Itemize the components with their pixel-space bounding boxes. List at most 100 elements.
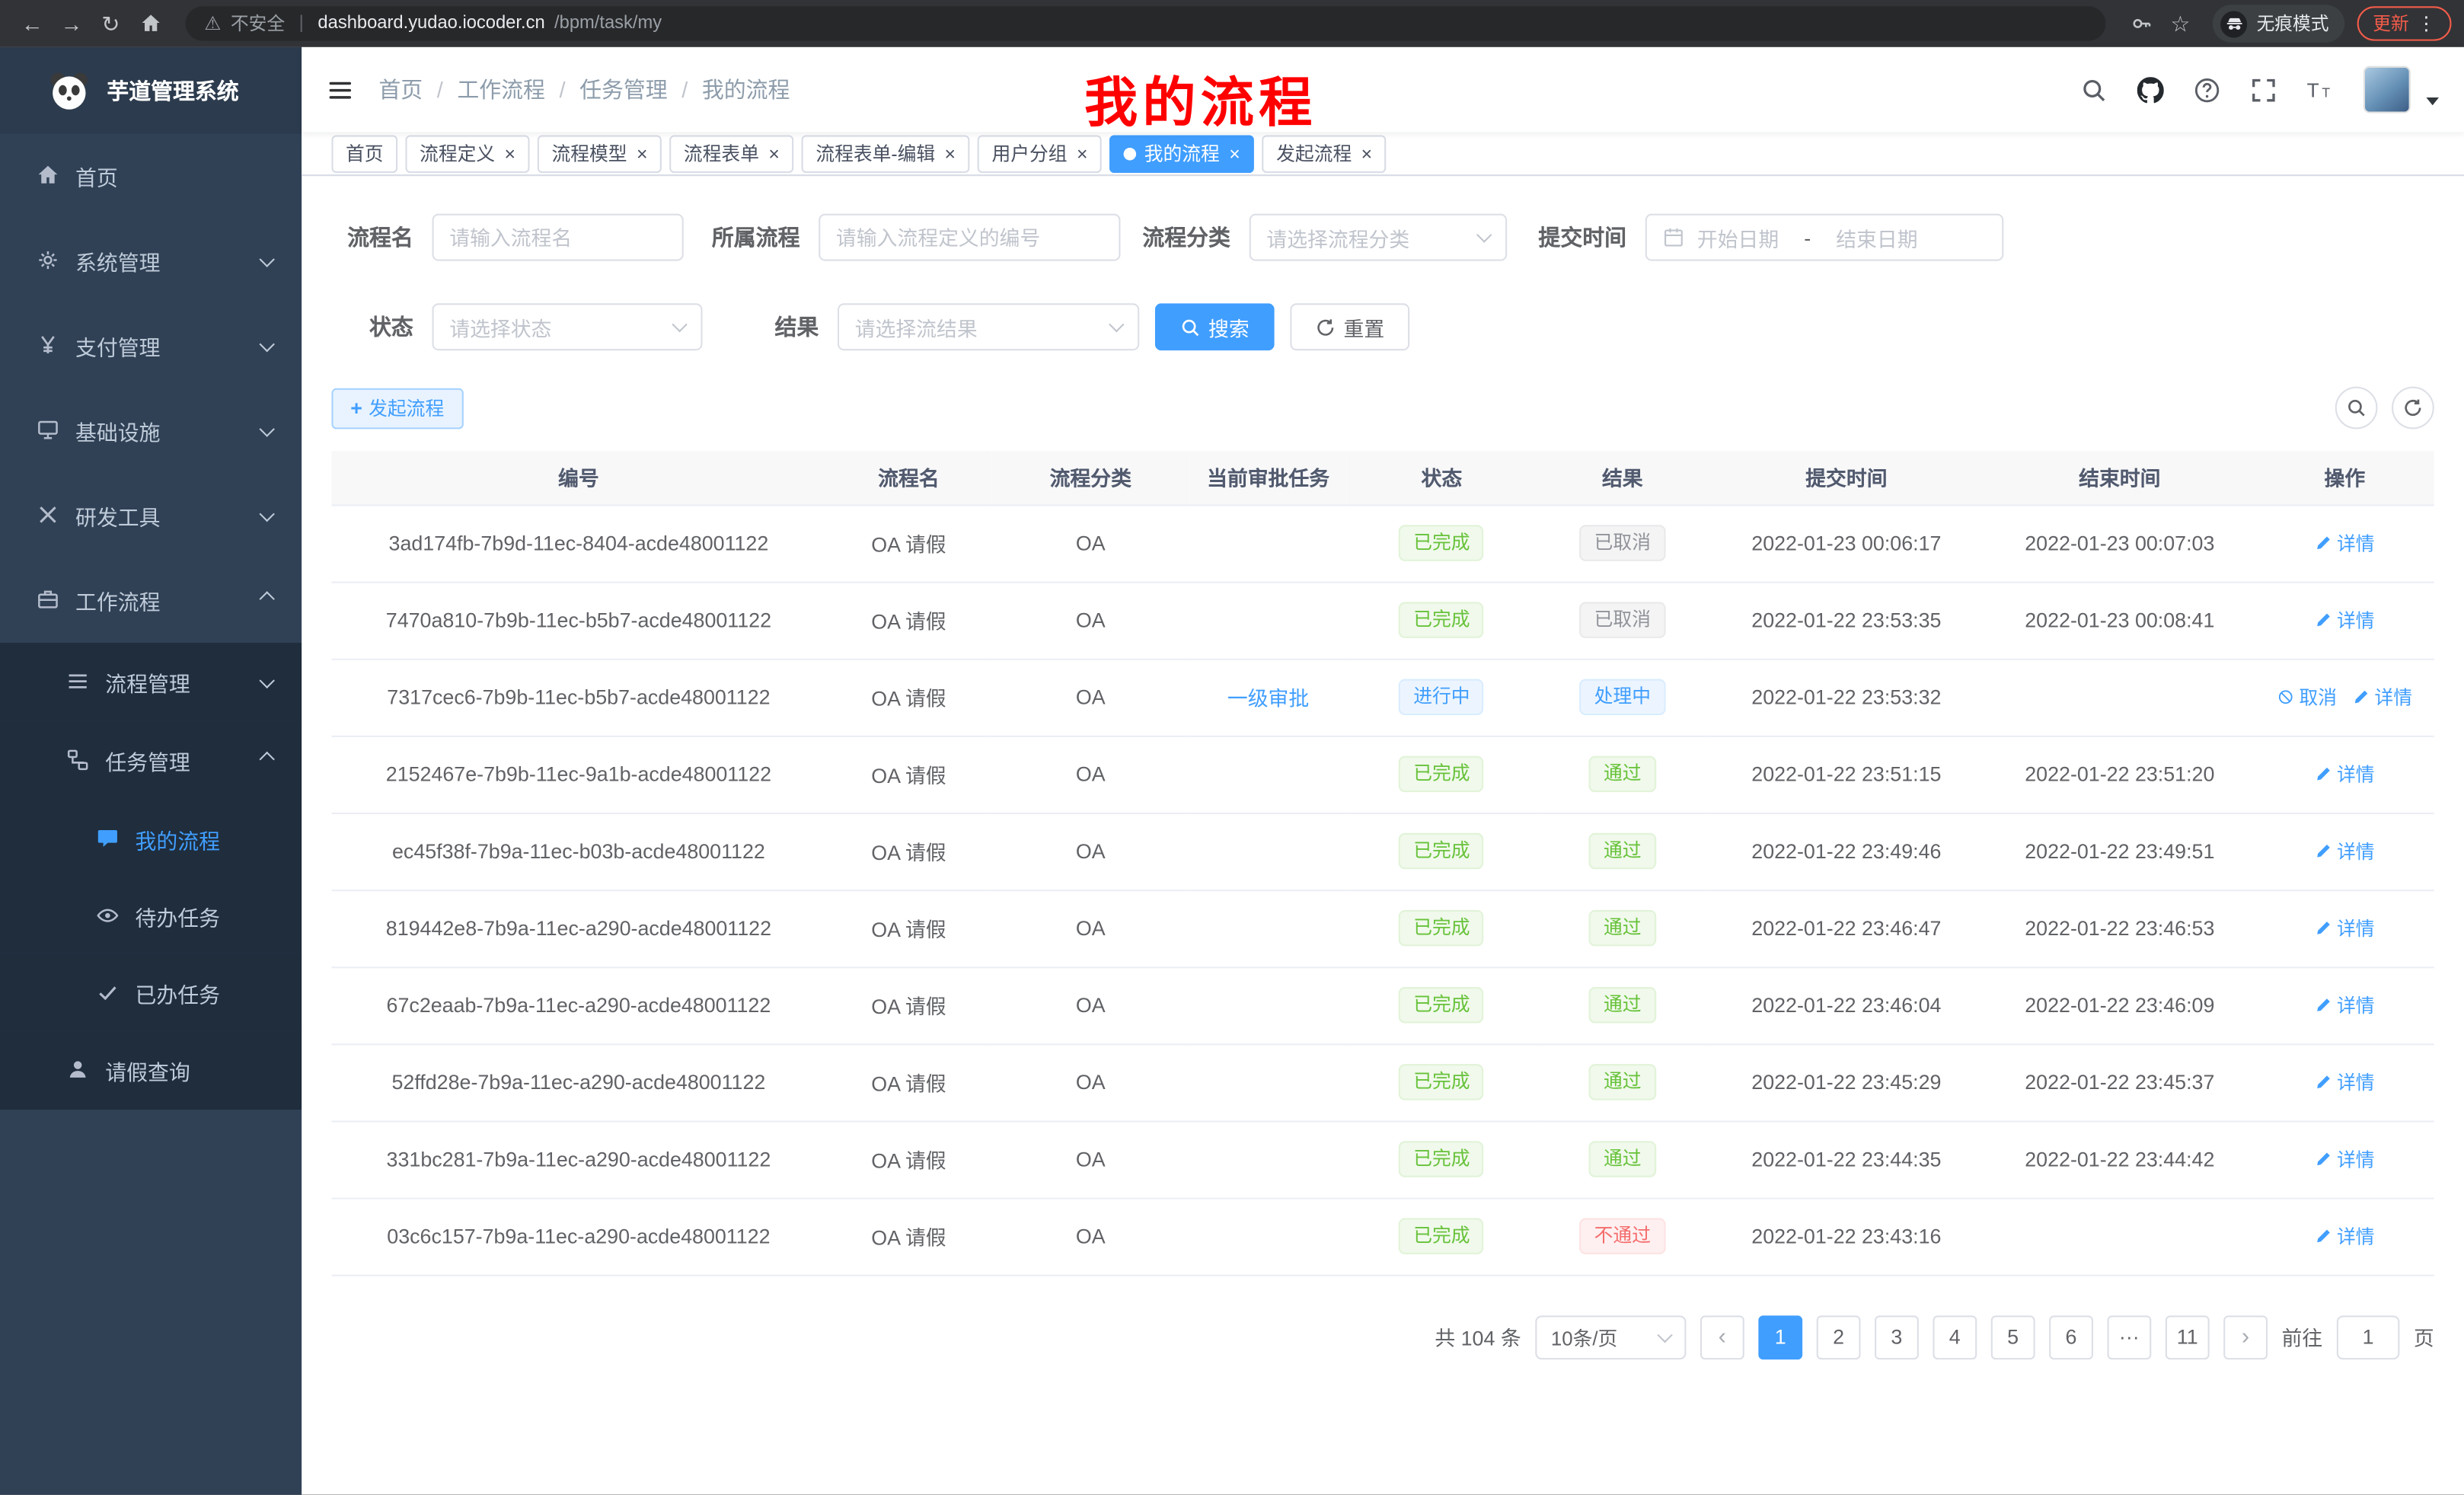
- detail-action-link[interactable]: 详情: [2315, 1069, 2374, 1095]
- breadcrumb-item-home[interactable]: 首页: [378, 74, 423, 105]
- detail-action-link[interactable]: 详情: [2315, 761, 2374, 787]
- tab-process-form-edit[interactable]: 流程表单-编辑×: [802, 134, 970, 172]
- detail-action-link[interactable]: 详情: [2315, 529, 2374, 556]
- detail-action-link[interactable]: 详情: [2315, 1145, 2374, 1172]
- status-select[interactable]: 请选择状态: [432, 303, 703, 350]
- breadcrumb-item-current: 我的流程: [702, 74, 790, 105]
- update-button[interactable]: 更新 ⋮: [2357, 6, 2452, 40]
- app-logo[interactable]: 芋道管理系统: [0, 47, 302, 134]
- current-task-link[interactable]: 一级审批: [1227, 687, 1309, 711]
- tab-user-group[interactable]: 用户分组 ×: [978, 134, 1102, 172]
- page-button-4[interactable]: 4: [1933, 1315, 1977, 1359]
- close-icon[interactable]: ×: [637, 144, 647, 163]
- cell-result: 不通过: [1537, 1198, 1709, 1275]
- process-name-input[interactable]: [432, 214, 684, 261]
- security-label[interactable]: 不安全: [231, 11, 285, 36]
- page-button-2[interactable]: 2: [1817, 1315, 1861, 1359]
- sidebar-item-payment-management[interactable]: 支付管理: [0, 303, 302, 388]
- end-date-placeholder[interactable]: 结束日期: [1836, 222, 1917, 252]
- fullscreen-icon[interactable]: [2250, 76, 2277, 103]
- page-buttons: 123456 ··· 11: [1758, 1315, 2209, 1359]
- sidebar-item-task-management[interactable]: 任务管理: [0, 721, 302, 800]
- owner-process-input-field[interactable]: [836, 225, 1103, 249]
- page-button-5[interactable]: 5: [1991, 1315, 2035, 1359]
- tab-process-form[interactable]: 流程表单×: [669, 134, 793, 172]
- font-size-icon[interactable]: TT: [2307, 76, 2334, 103]
- password-key-icon[interactable]: [2121, 5, 2161, 43]
- tab-my-process[interactable]: 我的流程×: [1109, 134, 1254, 172]
- submit-time-range-picker[interactable]: 开始日期 - 结束日期: [1645, 214, 2004, 261]
- result-select[interactable]: 请选择流结果: [838, 303, 1139, 350]
- toggle-search-button[interactable]: [2335, 387, 2378, 430]
- detail-action-link[interactable]: 详情: [2315, 1223, 2374, 1250]
- forward-icon[interactable]: →: [52, 5, 91, 43]
- close-icon[interactable]: ×: [505, 144, 515, 163]
- detail-action-link[interactable]: 详情: [2315, 915, 2374, 941]
- sidebar-item-dev-tools[interactable]: 研发工具: [0, 473, 302, 557]
- close-icon[interactable]: ×: [945, 144, 956, 163]
- sidebar-item-workflow[interactable]: 工作流程: [0, 558, 302, 643]
- close-icon[interactable]: ×: [1229, 144, 1240, 163]
- close-icon[interactable]: ×: [1077, 144, 1087, 163]
- tab-label: 用户分组: [991, 140, 1067, 167]
- page-ellipsis[interactable]: ···: [2107, 1315, 2151, 1359]
- sidebar-item-system-management[interactable]: 系统管理: [0, 219, 302, 303]
- page-button-11[interactable]: 11: [2166, 1315, 2210, 1359]
- detail-action-link[interactable]: 详情: [2353, 684, 2412, 711]
- sidebar-item-my-process[interactable]: 我的流程: [0, 800, 302, 877]
- help-icon[interactable]: [2194, 76, 2220, 103]
- browser-home-icon[interactable]: [130, 5, 170, 43]
- filter-label-result: 结果: [703, 311, 838, 343]
- page-button-6[interactable]: 6: [2049, 1315, 2093, 1359]
- create-process-button[interactable]: + 发起流程: [331, 388, 463, 429]
- start-date-placeholder[interactable]: 开始日期: [1697, 222, 1779, 252]
- page-button-1[interactable]: 1: [1758, 1315, 1802, 1359]
- back-icon[interactable]: ←: [13, 5, 53, 43]
- address-bar[interactable]: ⚠ 不安全 | dashboard.yudao.iocoder.cn/bpm/t…: [186, 6, 2106, 40]
- sidebar-item-todo-tasks[interactable]: 待办任务: [0, 877, 302, 954]
- table-row: 331bc281-7b9a-11ec-a290-acde48001122OA 请…: [331, 1120, 2434, 1197]
- detail-action-link[interactable]: 详情: [2315, 992, 2374, 1018]
- breadcrumb-item-task-management[interactable]: 任务管理: [579, 74, 668, 105]
- refresh-table-button[interactable]: [2392, 387, 2434, 430]
- cell-status: 已完成: [1347, 1120, 1536, 1197]
- page-button-3[interactable]: 3: [1875, 1315, 1919, 1359]
- user-menu-caret-icon[interactable]: [2426, 97, 2439, 104]
- github-icon[interactable]: [2137, 76, 2164, 103]
- cell-status: 已完成: [1347, 813, 1536, 890]
- search-button[interactable]: 搜索: [1155, 303, 1275, 350]
- user-avatar[interactable]: [2363, 66, 2411, 113]
- reset-button[interactable]: 重置: [1290, 303, 1409, 350]
- header-actions: TT: [2080, 66, 2439, 113]
- search-icon[interactable]: [2080, 76, 2107, 103]
- reload-icon[interactable]: ↻: [91, 5, 131, 43]
- browser-menu-dots-icon[interactable]: ⋮: [2417, 13, 2436, 35]
- goto-page-input[interactable]: [2337, 1315, 2400, 1359]
- close-icon[interactable]: ×: [768, 144, 779, 163]
- collapse-sidebar-icon[interactable]: [327, 76, 353, 103]
- prev-page-button[interactable]: ‹: [1700, 1315, 1744, 1359]
- cell-actions: 详情: [2255, 582, 2434, 659]
- breadcrumb-item-workflow[interactable]: 工作流程: [457, 74, 545, 105]
- tab-start-process[interactable]: 发起流程×: [1262, 134, 1387, 172]
- process-name-input-field[interactable]: [449, 225, 666, 249]
- sidebar-item-label: 请假查询: [105, 1055, 190, 1086]
- category-select[interactable]: 请选择流程分类: [1250, 214, 1507, 261]
- detail-action-link[interactable]: 详情: [2315, 607, 2374, 634]
- owner-process-input[interactable]: [819, 214, 1120, 261]
- sidebar-item-infrastructure[interactable]: 基础设施: [0, 388, 302, 473]
- sidebar-item-process-management[interactable]: 流程管理: [0, 643, 302, 721]
- sidebar-item-leave-query[interactable]: 请假查询: [0, 1031, 302, 1110]
- page-size-select[interactable]: 10条/页: [1535, 1315, 1686, 1359]
- tab-home[interactable]: 首页: [331, 134, 397, 172]
- detail-action-link[interactable]: 详情: [2315, 838, 2374, 864]
- cancel-action-link[interactable]: 取消: [2277, 684, 2337, 711]
- close-icon[interactable]: ×: [1361, 144, 1372, 163]
- sidebar-item-home[interactable]: 首页: [0, 133, 302, 218]
- tab-process-model[interactable]: 流程模型×: [538, 134, 662, 172]
- next-page-button[interactable]: ›: [2223, 1315, 2268, 1359]
- cell-actions: 详情: [2255, 1120, 2434, 1197]
- bookmark-star-icon[interactable]: ☆: [2161, 5, 2201, 43]
- sidebar-item-done-tasks[interactable]: 已办任务: [0, 954, 302, 1031]
- tab-process-definition[interactable]: 流程定义×: [405, 134, 529, 172]
